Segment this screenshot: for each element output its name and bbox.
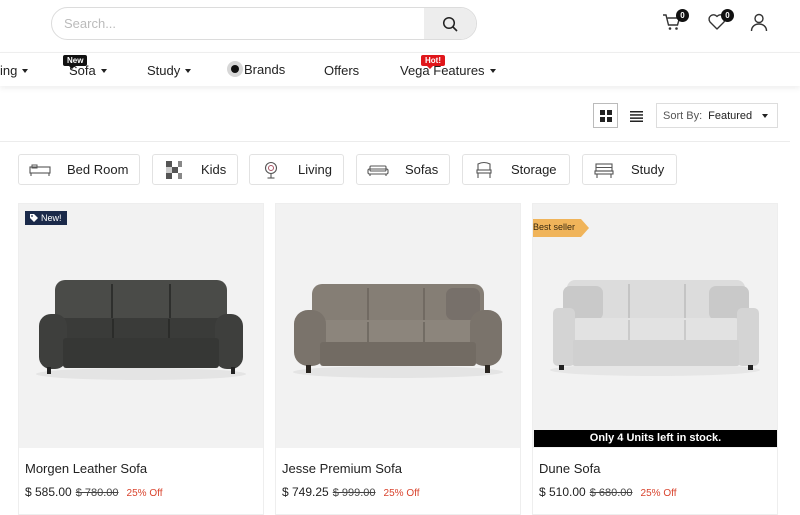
wishlist-count-badge: 0 bbox=[721, 9, 734, 22]
category-label: Storage bbox=[511, 162, 557, 177]
product-name[interactable]: Dune Sofa bbox=[539, 461, 600, 476]
nav-item-partial[interactable]: ing bbox=[0, 63, 29, 78]
product-name[interactable]: Morgen Leather Sofa bbox=[25, 461, 147, 476]
nav-item-vega-features[interactable]: Hot! Vega Features bbox=[400, 55, 496, 78]
chevron-down-icon bbox=[100, 69, 107, 73]
grid-view-button[interactable] bbox=[593, 103, 618, 128]
stock-notice: Only 4 Units left in stock. bbox=[534, 430, 777, 447]
grid-icon bbox=[599, 109, 612, 122]
product-prices: $ 749.25 $ 999.00 25% Off bbox=[282, 485, 420, 499]
hot-tag: Hot! bbox=[421, 55, 445, 69]
kids-icon bbox=[166, 161, 182, 179]
cart-button[interactable]: 0 bbox=[662, 9, 689, 32]
product-old-price: $ 680.00 bbox=[589, 487, 633, 499]
product-old-price: $ 780.00 bbox=[75, 487, 119, 499]
product-image[interactable]: Best seller Only 4 Units left in stock. bbox=[533, 204, 777, 448]
chevron-down-icon bbox=[762, 114, 769, 118]
badge-label: New! bbox=[41, 213, 62, 223]
sort-select[interactable]: Sort By: Featured bbox=[656, 103, 778, 128]
product-card[interactable]: New! Morgen Leather Sofa $ 585.00 $ 780.… bbox=[18, 203, 264, 515]
product-name[interactable]: Jesse Premium Sofa bbox=[282, 461, 402, 476]
tag-icon bbox=[30, 214, 38, 222]
sort-value: Featured bbox=[708, 109, 753, 122]
category-label: Sofas bbox=[405, 162, 439, 177]
user-icon bbox=[750, 13, 768, 32]
new-tag: New bbox=[63, 55, 88, 69]
living-icon bbox=[264, 161, 278, 179]
sofa-icon bbox=[367, 165, 389, 176]
category-chip-storage[interactable]: Storage bbox=[462, 154, 570, 185]
study-icon bbox=[594, 163, 614, 178]
bed-icon bbox=[29, 164, 51, 176]
category-chip-kids[interactable]: Kids bbox=[152, 154, 238, 185]
new-badge: New! bbox=[25, 211, 67, 225]
chevron-down-icon bbox=[22, 69, 29, 73]
nav-item-label: Offers bbox=[324, 63, 360, 78]
search-bar bbox=[51, 7, 477, 40]
search-input[interactable] bbox=[52, 8, 426, 39]
sofa-image bbox=[293, 284, 503, 378]
sort-label: Sort By: bbox=[663, 109, 703, 122]
category-label: Kids bbox=[201, 162, 227, 177]
category-chip-sofas[interactable]: Sofas bbox=[356, 154, 450, 185]
list-icon bbox=[630, 110, 643, 122]
nav-item-label: Brands bbox=[244, 61, 286, 77]
nav-item-label: Study bbox=[147, 63, 181, 78]
chevron-down-icon bbox=[489, 69, 496, 73]
main-nav: ing New Sofa Study Brands Offers Hot! Ve… bbox=[0, 52, 800, 86]
category-chip-bed-room[interactable]: Bed Room bbox=[18, 154, 140, 185]
product-card[interactable]: Jesse Premium Sofa $ 749.25 $ 999.00 25%… bbox=[275, 203, 521, 515]
product-image[interactable] bbox=[276, 204, 520, 448]
product-discount: 25% Off bbox=[640, 488, 677, 499]
list-view-button[interactable] bbox=[624, 103, 649, 128]
wishlist-button[interactable]: 0 bbox=[707, 9, 734, 32]
divider bbox=[0, 141, 790, 142]
cart-count-badge: 0 bbox=[676, 9, 689, 22]
product-old-price: $ 999.00 bbox=[332, 487, 376, 499]
product-image[interactable]: New! bbox=[19, 204, 263, 448]
search-icon bbox=[442, 16, 458, 32]
category-label: Living bbox=[298, 162, 332, 177]
account-button[interactable] bbox=[749, 12, 769, 32]
nav-item-brands[interactable]: Brands bbox=[227, 61, 285, 77]
nav-item-label: ing bbox=[0, 63, 18, 78]
header: 0 0 bbox=[0, 0, 800, 46]
category-chip-living[interactable]: Living bbox=[249, 154, 344, 185]
product-discount: 25% Off bbox=[126, 488, 163, 499]
chevron-down-icon bbox=[185, 69, 192, 73]
storage-icon bbox=[476, 161, 492, 178]
product-prices: $ 510.00 $ 680.00 25% Off bbox=[539, 485, 677, 499]
product-price: $ 749.25 bbox=[282, 485, 329, 499]
sofa-image bbox=[36, 280, 246, 380]
sofa-image bbox=[550, 280, 760, 376]
category-chip-study[interactable]: Study bbox=[582, 154, 677, 185]
product-discount: 25% Off bbox=[383, 488, 420, 499]
nav-item-sofa[interactable]: New Sofa bbox=[63, 55, 107, 78]
category-label: Bed Room bbox=[67, 162, 129, 177]
product-price: $ 510.00 bbox=[539, 485, 586, 499]
category-label: Study bbox=[631, 162, 665, 177]
nav-item-study[interactable]: Study bbox=[147, 63, 192, 78]
cursor-icon bbox=[227, 61, 243, 77]
product-price: $ 585.00 bbox=[25, 485, 72, 499]
product-prices: $ 585.00 $ 780.00 25% Off bbox=[25, 485, 163, 499]
best-seller-badge: Best seller bbox=[533, 219, 590, 237]
product-card[interactable]: Best seller Only 4 Units left in stock. … bbox=[532, 203, 778, 515]
nav-item-offers[interactable]: Offers bbox=[324, 63, 359, 78]
search-button[interactable] bbox=[424, 8, 476, 39]
